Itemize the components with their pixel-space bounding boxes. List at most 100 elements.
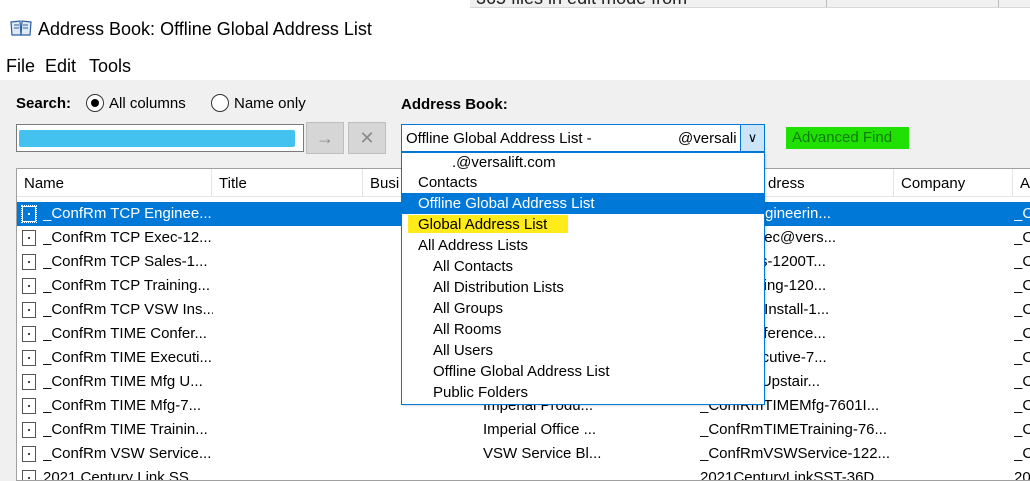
room-mailbox-icon xyxy=(22,230,36,246)
dropdown-item-label: All Contacts xyxy=(433,258,514,275)
dropdown-item[interactable]: Public Folders xyxy=(402,382,764,403)
advanced-find-link[interactable]: Advanced Find xyxy=(786,127,909,149)
address-book-label: Address Book: xyxy=(401,96,508,113)
dropdown-item[interactable]: All Rooms xyxy=(402,319,764,340)
column-header-title[interactable]: Title xyxy=(212,169,362,197)
address-book-select[interactable]: Offline Global Address List - @versali ∨ xyxy=(401,124,765,152)
row-alias: _C xyxy=(1014,421,1030,438)
dropdown-item[interactable]: All Address Lists xyxy=(402,235,764,256)
row-location: Imperial Office ... xyxy=(483,421,597,438)
room-mailbox-icon xyxy=(22,422,36,438)
dropdown-item-label: All Distribution Lists xyxy=(433,279,564,296)
window-title: Address Book: Offline Global Address Lis… xyxy=(38,19,372,39)
search-label: Search: xyxy=(16,95,72,112)
row-email: _ConfRmVSWService-122... xyxy=(700,445,891,462)
address-book-dropdown[interactable]: .@versalift.com Contacts Offline Global Ad… xyxy=(401,152,765,405)
search-all-columns-label[interactable]: All columns xyxy=(109,95,186,112)
dropdown-item-label: Offline Global Address List xyxy=(418,195,595,212)
dropdown-item[interactable]: All Distribution Lists xyxy=(402,277,764,298)
dropdown-item-label: Offline Global Address List xyxy=(433,363,610,380)
room-mailbox-icon xyxy=(22,278,36,294)
row-name: _ConfRm TIME Executi... xyxy=(43,349,212,366)
dropdown-item[interactable]: All Groups xyxy=(402,298,764,319)
room-mailbox-icon xyxy=(22,350,36,366)
address-book-selected-value: Offline Global Address List - xyxy=(406,130,592,147)
search-clear-button[interactable]: ✕ xyxy=(348,122,386,154)
menu-file[interactable]: File xyxy=(6,56,35,77)
address-book-icon xyxy=(10,20,32,36)
search-go-button[interactable]: → xyxy=(306,122,344,154)
row-name: _ConfRm TCP Training... xyxy=(43,277,211,294)
row-alias: _C xyxy=(1014,397,1030,414)
redacted-search-text xyxy=(19,130,295,147)
table-row[interactable]: _ConfRm TIME Trainin... Imperial Office .… xyxy=(17,418,1030,442)
column-header-name[interactable]: Name xyxy=(17,169,211,197)
column-header-company[interactable]: Company xyxy=(894,169,1012,197)
background-window: 365 files in edit mode from xyxy=(470,0,1030,8)
row-email: _ConfRmTIMETraining-76... xyxy=(700,421,888,438)
row-name: _ConfRm TIME Confer... xyxy=(43,325,207,342)
dropdown-item[interactable]: Contacts xyxy=(402,172,764,193)
close-icon: ✕ xyxy=(359,128,375,148)
title-bar: Address Book: Offline Global Address Lis… xyxy=(0,10,1030,50)
background-divider xyxy=(998,0,999,7)
dropdown-item-label: Global Address List xyxy=(418,216,548,233)
row-name: _ConfRm TCP VSW Ins... xyxy=(43,301,213,318)
dropdown-item-label: .@versalift.com xyxy=(452,154,556,171)
dropdown-item[interactable]: Global Address List xyxy=(402,214,764,235)
row-name: _ConfRm TCP Sales-1... xyxy=(43,253,208,270)
search-name-only-radio[interactable] xyxy=(211,94,229,112)
room-mailbox-icon xyxy=(22,326,36,342)
room-mailbox-icon xyxy=(22,302,36,318)
menu-edit[interactable]: Edit xyxy=(45,56,76,77)
row-name: _ConfRm TIME Mfg-7... xyxy=(43,397,202,414)
row-name: _ConfRm TCP Exec-12... xyxy=(43,229,212,246)
dropdown-item-label: Public Folders xyxy=(433,384,529,401)
search-input[interactable] xyxy=(16,124,304,152)
address-book-selected-suffix: @versali xyxy=(678,130,737,147)
background-text: 365 files in edit mode from xyxy=(476,0,687,7)
row-alias: _C xyxy=(1014,229,1030,246)
row-alias: _C xyxy=(1014,301,1030,318)
dropdown-item[interactable]: Offline Global Address List xyxy=(402,361,764,382)
search-all-columns-radio[interactable] xyxy=(86,94,104,112)
dropdown-item[interactable]: Offline Global Address List xyxy=(402,193,764,214)
row-email: 2021CenturyLinkSST-36D... xyxy=(700,469,887,481)
row-alias: _C xyxy=(1014,325,1030,342)
column-header-business-phone[interactable]: Busi xyxy=(363,169,403,197)
dropdown-item[interactable]: .@versalift.com xyxy=(402,153,764,173)
row-name: _ConfRm VSW Service... xyxy=(43,445,212,462)
row-alias: 20 xyxy=(1014,469,1030,481)
row-alias: _C xyxy=(1014,349,1030,366)
room-mailbox-icon xyxy=(21,205,37,223)
row-alias: _C xyxy=(1014,253,1030,270)
room-mailbox-icon xyxy=(22,254,36,270)
column-header-alias[interactable]: A xyxy=(1013,169,1030,197)
row-name: _ConfRm TIME Trainin... xyxy=(43,421,208,438)
search-name-only-label[interactable]: Name only xyxy=(234,95,306,112)
dropdown-item-label: All Rooms xyxy=(433,321,502,338)
dropdown-item-label: Contacts xyxy=(418,174,478,191)
address-book-panel: Search: All columns Name only Address Bo… xyxy=(0,80,1030,481)
dropdown-item-label: All Groups xyxy=(433,300,504,317)
dropdown-item[interactable]: All Users xyxy=(402,340,764,361)
row-name: _ConfRm TCP Enginee... xyxy=(43,205,212,222)
row-name: _ConfRm TIME Mfg U... xyxy=(43,373,203,390)
dropdown-item-label: All Users xyxy=(433,342,494,359)
room-mailbox-icon xyxy=(22,470,36,480)
menu-bar: File Edit Tools xyxy=(0,54,1030,80)
table-row[interactable]: _ConfRm VSW Service... VSW Service Bl... _… xyxy=(17,442,1030,466)
room-mailbox-icon xyxy=(22,398,36,414)
dropdown-item-label: All Address Lists xyxy=(418,237,529,254)
room-mailbox-icon xyxy=(22,374,36,390)
column-header-email-address[interactable]: dress xyxy=(761,169,891,197)
chevron-down-icon[interactable]: ∨ xyxy=(740,125,764,151)
background-divider xyxy=(826,0,827,7)
dropdown-item[interactable]: All Contacts xyxy=(402,256,764,277)
arrow-right-icon: → xyxy=(316,128,334,148)
row-alias: _C xyxy=(1014,445,1030,462)
room-mailbox-icon xyxy=(22,446,36,462)
row-name: 2021 Century Link SS... xyxy=(43,469,202,481)
menu-tools[interactable]: Tools xyxy=(89,56,131,77)
table-row[interactable]: 2021 Century Link SS... 2021CenturyLinkSS… xyxy=(17,466,1030,481)
